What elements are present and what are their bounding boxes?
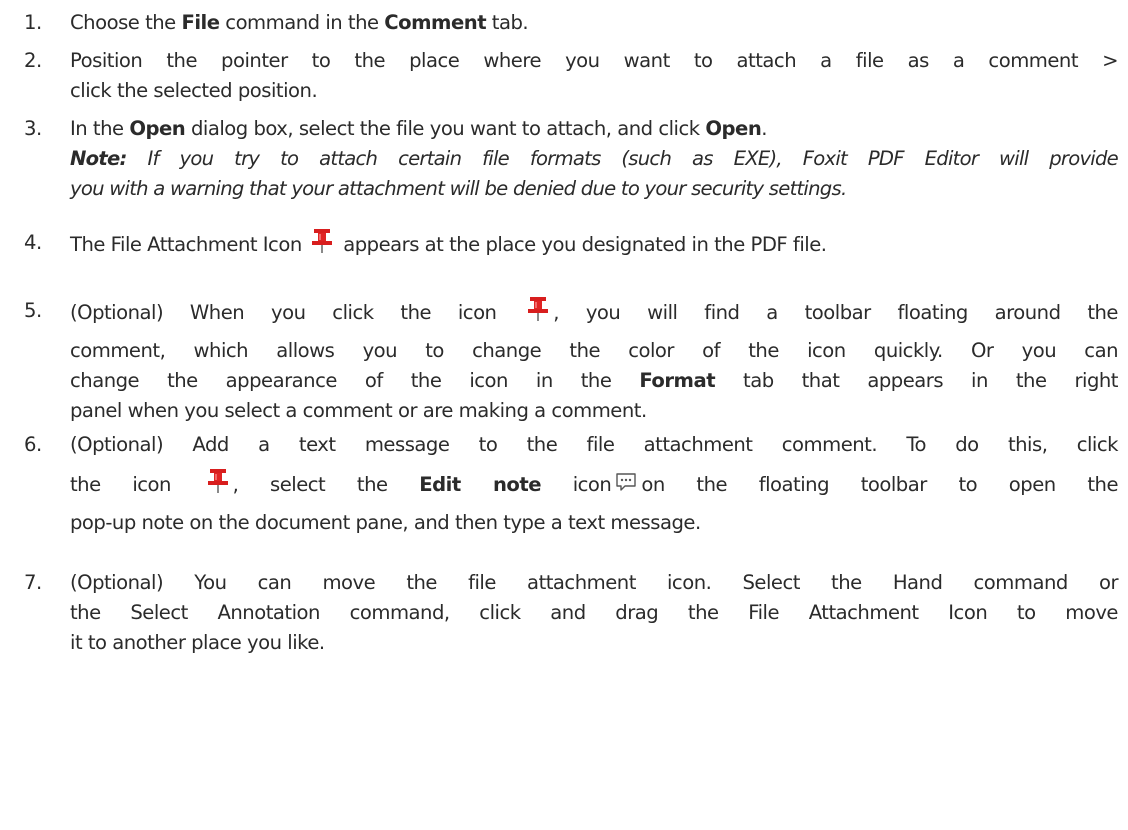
step-text: tab. <box>486 11 529 34</box>
edit-note-label: Edit note <box>419 473 542 496</box>
step-text: Choose the <box>70 11 182 34</box>
step-2: 2. Position the pointer to the place whe… <box>24 46 1119 106</box>
step-3: 3. In the Open dialog box, select the fi… <box>24 114 1119 204</box>
pushpin-icon <box>205 468 231 494</box>
step-text: panel when you select a comment or are m… <box>70 399 647 422</box>
document-page: 1. Choose the File command in the Commen… <box>0 0 1128 830</box>
step-number: 2. <box>24 49 42 72</box>
step-text: the icon <box>70 473 171 496</box>
comment-tab-label: Comment <box>384 11 487 34</box>
open-dialog-label: Open <box>129 117 186 140</box>
step-number: 1. <box>24 11 42 34</box>
step-7: 7. (Optional) You can move the file atta… <box>24 568 1119 658</box>
step-text: it to another place you like. <box>70 631 325 654</box>
step-text: (Optional) You can move the file attachm… <box>70 571 1119 594</box>
step-text: , you will find a toolbar floating aroun… <box>553 301 1118 324</box>
step-1: 1. Choose the File command in the Commen… <box>24 8 1118 38</box>
step-text: The File Attachment Icon <box>70 233 302 256</box>
step-text: (Optional) Add a text message to the fil… <box>70 433 1119 456</box>
step-text: click the selected position. <box>70 79 318 102</box>
step-text: Position the pointer to the place where … <box>70 49 1119 72</box>
step-text: (Optional) When you click the icon <box>70 301 497 324</box>
step-text: tab that appears in the right <box>715 369 1118 392</box>
speech-bubble-icon <box>616 473 637 491</box>
step-number: 3. <box>24 117 42 140</box>
step-number: 7. <box>24 571 42 594</box>
note-text: If you try to attach certain file format… <box>126 147 1118 170</box>
pushpin-icon <box>309 228 335 254</box>
step-text: pop-up note on the document pane, and th… <box>70 511 701 534</box>
pushpin-icon <box>525 296 551 322</box>
step-text: In the <box>70 117 130 140</box>
file-command-label: File <box>181 11 220 34</box>
step-text: dialog box, select the file you want to … <box>185 117 706 140</box>
step-text: appears at the place you designated in t… <box>343 233 827 256</box>
note-text: you with a warning that your attachment … <box>70 177 847 200</box>
open-button-label: Open <box>705 117 762 140</box>
step-6: 6. (Optional) Add a text message to the … <box>24 430 1119 538</box>
step-4: 4. The File Attachment Icon appears at t… <box>24 228 1118 260</box>
step-5: 5. (Optional) When you click the icon , … <box>24 296 1119 426</box>
step-text: . <box>761 117 767 140</box>
step-text: , select the <box>232 473 420 496</box>
note-label: Note: <box>70 147 127 170</box>
step-text: icon <box>541 473 612 496</box>
step-text: the Select Annotation command, click and… <box>70 601 1119 624</box>
step-text: command in the <box>219 11 385 34</box>
step-text: change the appearance of the icon in the <box>70 369 640 392</box>
step-text: comment, which allows you to change the … <box>70 339 1119 362</box>
step-text: on the floating toolbar to open the <box>641 473 1119 496</box>
step-number: 5. <box>24 299 42 322</box>
format-tab-label: Format <box>639 369 716 392</box>
step-number: 4. <box>24 231 42 254</box>
step-number: 6. <box>24 433 42 456</box>
